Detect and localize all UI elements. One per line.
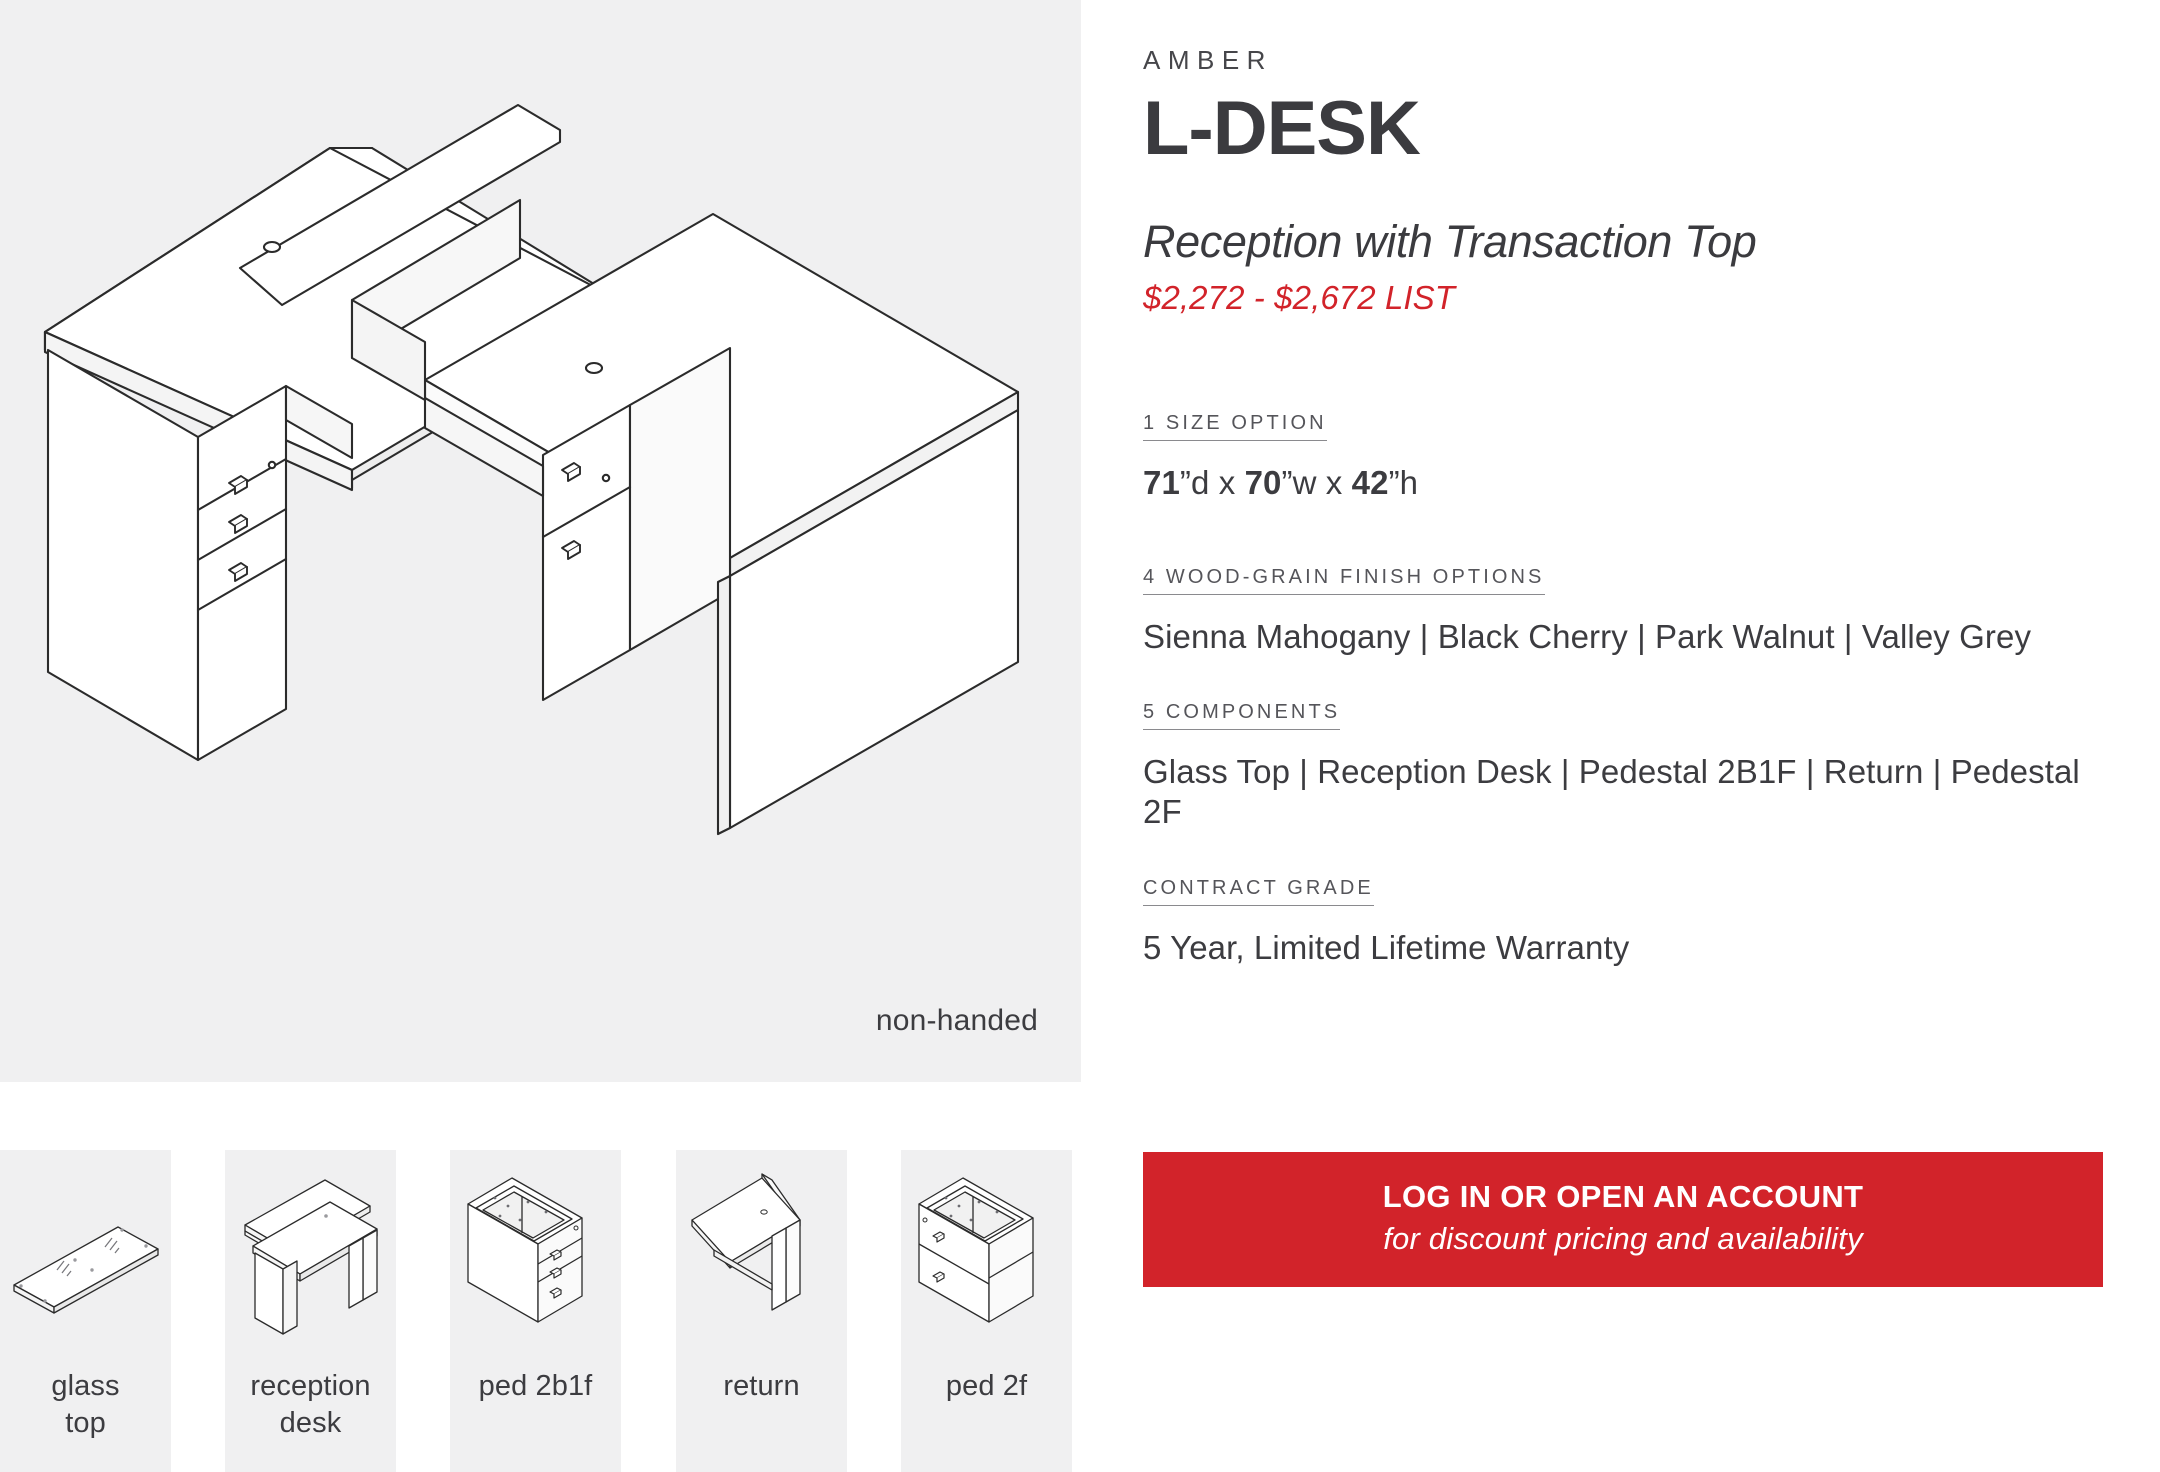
hero-image-panel: non-handed [0,0,1081,1082]
thumbnail-label: ped 2f [945,1370,1028,1402]
product-info-column: AMBER L-DESK Reception with Transaction … [1143,0,2103,967]
spec-value-finishes: Sienna Mahogany | Black Cherry | Park Wa… [1143,617,2032,655]
glass-top-icon [0,1150,171,1375]
spec-label: CONTRACT GRADE [1143,878,1374,906]
component-thumbnail-strip: glass top reception desk ped 2b1f return… [0,1150,1081,1472]
pedestal-2f-icon [901,1150,1072,1375]
specification-list: 1 SIZE OPTION 71”d x 70”w x 42”h 4 WOOD-… [1143,413,2103,967]
dimension-height: 42 [1351,464,1389,502]
spec-label: 1 SIZE OPTION [1143,413,1327,442]
thumbnail-glass-top[interactable]: glass top [0,1150,171,1472]
thumbnail-label: ped 2b1f [478,1370,593,1402]
spec-size-option: 1 SIZE OPTION 71”d x 70”w x 42”h [1143,413,2103,503]
spec-value-warranty: 5 Year, Limited Lifetime Warranty [1143,928,1630,966]
spec-value-dimensions: 71”d x 70”w x 42”h [1143,463,2103,503]
page-title: L-DESK [1143,86,1421,171]
dimension-depth-unit: ”d x [1179,464,1245,502]
product-price: $2,272 - $2,672 LIST [1143,279,1456,317]
thumbnail-label: reception desk [250,1370,371,1440]
spec-label: 5 COMPONENTS [1143,702,1341,731]
spec-value-components: Glass Top | Reception Desk | Pedestal 2B… [1143,753,2080,830]
spec-finish-options: 4 WOOD-GRAIN FINISH OPTIONS Sienna Mahog… [1143,567,2103,657]
spec-contract-grade: CONTRACT GRADE 5 Year, Limited Lifetime … [1143,878,2103,968]
cta-primary-label: LOG IN OR OPEN AN ACCOUNT [1382,1179,1864,1214]
thumbnail-return[interactable]: return [676,1150,847,1472]
brand-name: AMBER [1143,45,1273,75]
thumbnail-label: return [723,1370,800,1402]
l-desk-isometric-drawing [43,103,1020,836]
thumbnail-label: glass top [51,1370,120,1440]
pedestal-2b1f-icon [450,1150,621,1375]
login-open-account-button[interactable]: LOG IN OR OPEN AN ACCOUNT for discount p… [1143,1152,2103,1287]
cta-secondary-label: for discount pricing and availability [1383,1220,1863,1256]
thumbnail-reception-desk[interactable]: reception desk [225,1150,396,1472]
return-icon [676,1150,847,1375]
dimension-width-unit: ”w x [1281,464,1352,502]
dimension-depth: 71 [1143,464,1180,502]
product-subtitle: Reception with Transaction Top [1143,215,1757,267]
handedness-caption: non-handed [875,1004,1038,1037]
reception-desk-icon [225,1150,396,1375]
spec-label: 4 WOOD-GRAIN FINISH OPTIONS [1143,567,1545,595]
dimension-height-unit: ”h [1388,464,1419,502]
spec-components: 5 COMPONENTS Glass Top | Reception Desk … [1143,702,2103,831]
thumbnail-pedestal-2f[interactable]: ped 2f [901,1150,1072,1472]
dimension-width: 70 [1244,464,1282,502]
thumbnail-pedestal-2b1f[interactable]: ped 2b1f [450,1150,621,1472]
